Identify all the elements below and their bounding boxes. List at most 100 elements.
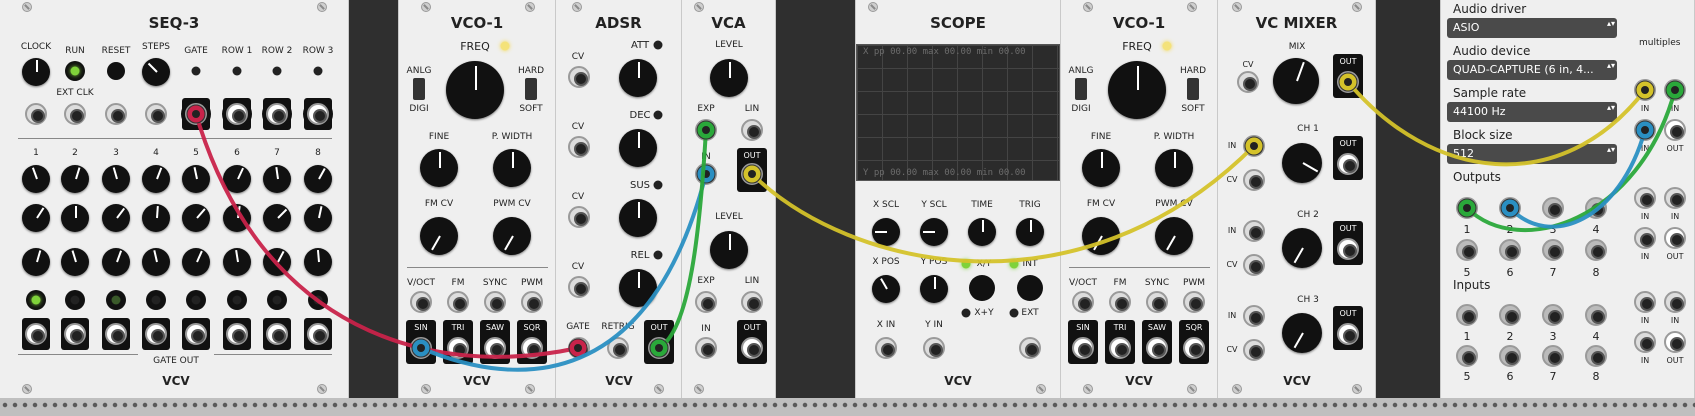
audio-input-jack[interactable] bbox=[1585, 304, 1607, 326]
audio-input-jack[interactable] bbox=[1542, 345, 1564, 367]
step-knob-row1[interactable] bbox=[102, 165, 130, 193]
rel-cv-jack[interactable] bbox=[568, 276, 590, 298]
step-knob-row2[interactable] bbox=[263, 204, 291, 232]
voct-jack[interactable] bbox=[1072, 291, 1094, 313]
sin-output-jack[interactable] bbox=[410, 337, 432, 359]
step-knob-row3[interactable] bbox=[142, 248, 170, 276]
row2-output-jack[interactable] bbox=[266, 103, 288, 125]
row3-output-jack[interactable] bbox=[307, 103, 329, 125]
yscl-knob[interactable] bbox=[920, 218, 948, 246]
reset-input-jack[interactable] bbox=[105, 103, 127, 125]
step-knob-row3[interactable] bbox=[263, 248, 291, 276]
row1-output-jack[interactable] bbox=[226, 103, 248, 125]
multiples-jack[interactable] bbox=[1634, 119, 1656, 141]
step-knob-row1[interactable] bbox=[61, 165, 89, 193]
pwidth-knob[interactable] bbox=[1155, 149, 1193, 187]
pwm-jack[interactable] bbox=[1183, 291, 1205, 313]
step-knob-row2[interactable] bbox=[304, 204, 332, 232]
ch2-in-jack[interactable] bbox=[1243, 220, 1265, 242]
ch3-in-jack[interactable] bbox=[1243, 305, 1265, 327]
step-knob-row2[interactable] bbox=[142, 204, 170, 232]
ch1-knob[interactable] bbox=[1282, 143, 1322, 183]
ch2-knob[interactable] bbox=[1282, 228, 1322, 268]
step-knob-row3[interactable] bbox=[182, 248, 210, 276]
lin-jack-1[interactable] bbox=[741, 119, 763, 141]
audio-input-jack[interactable] bbox=[1499, 345, 1521, 367]
multiples-jack[interactable] bbox=[1664, 79, 1686, 101]
gate-input-jack[interactable] bbox=[568, 337, 590, 359]
sync-jack[interactable] bbox=[484, 291, 506, 313]
multiples-jack[interactable] bbox=[1664, 291, 1686, 313]
xpos-knob[interactable] bbox=[872, 275, 900, 303]
y-input-jack[interactable] bbox=[923, 337, 945, 359]
gate-out-jack[interactable] bbox=[64, 323, 86, 345]
step-knob-row1[interactable] bbox=[223, 165, 251, 193]
gate-step-button[interactable] bbox=[65, 290, 85, 310]
multiples-jack[interactable] bbox=[1664, 119, 1686, 141]
audio-output-jack[interactable] bbox=[1499, 197, 1521, 219]
saw-output-jack[interactable] bbox=[484, 337, 506, 359]
in-jack-1[interactable] bbox=[695, 163, 717, 185]
dec-cv-jack[interactable] bbox=[568, 136, 590, 158]
step-knob-row1[interactable] bbox=[22, 165, 50, 193]
multiples-jack[interactable] bbox=[1664, 187, 1686, 209]
step-knob-row1[interactable] bbox=[263, 165, 291, 193]
fine-knob[interactable] bbox=[1082, 149, 1120, 187]
run-button[interactable] bbox=[65, 61, 85, 81]
multiples-jack[interactable] bbox=[1634, 187, 1656, 209]
gate-out-jack[interactable] bbox=[266, 323, 288, 345]
x-input-jack[interactable] bbox=[875, 337, 897, 359]
audio-input-jack[interactable] bbox=[1456, 345, 1478, 367]
out-jack-2[interactable] bbox=[741, 337, 763, 359]
level-knob-1[interactable] bbox=[710, 59, 748, 97]
step-knob-row2[interactable] bbox=[61, 204, 89, 232]
gate-out-jack[interactable] bbox=[226, 323, 248, 345]
steps-knob[interactable] bbox=[142, 58, 170, 86]
ch3-cv-jack[interactable] bbox=[1243, 339, 1265, 361]
audio-output-jack[interactable] bbox=[1499, 239, 1521, 261]
clock-input-jack[interactable] bbox=[25, 103, 47, 125]
audio-input-jack[interactable] bbox=[1456, 304, 1478, 326]
fmcv-knob[interactable] bbox=[420, 217, 458, 255]
hard-soft-switch[interactable] bbox=[1187, 78, 1199, 100]
ypos-knob[interactable] bbox=[920, 275, 948, 303]
sync-jack[interactable] bbox=[1146, 291, 1168, 313]
ch2-output-jack[interactable] bbox=[1337, 238, 1359, 260]
multiples-jack[interactable] bbox=[1664, 331, 1686, 353]
tri-output-jack[interactable] bbox=[447, 337, 469, 359]
time-knob[interactable] bbox=[968, 218, 996, 246]
multiples-jack[interactable] bbox=[1634, 227, 1656, 249]
audio-output-jack[interactable] bbox=[1542, 197, 1564, 219]
gate-step-button[interactable] bbox=[26, 290, 46, 310]
clock-knob[interactable] bbox=[22, 58, 50, 86]
ch1-in-jack[interactable] bbox=[1243, 135, 1265, 157]
gate-step-button[interactable] bbox=[106, 290, 126, 310]
gate-step-button[interactable] bbox=[186, 290, 206, 310]
gate-out-jack[interactable] bbox=[307, 323, 329, 345]
rel-knob[interactable] bbox=[619, 269, 657, 307]
out-jack-1[interactable] bbox=[741, 163, 763, 185]
steps-input-jack[interactable] bbox=[145, 103, 167, 125]
saw-output-jack[interactable] bbox=[1146, 337, 1168, 359]
retrig-jack[interactable] bbox=[607, 337, 629, 359]
att-cv-jack[interactable] bbox=[568, 66, 590, 88]
gate-step-button[interactable] bbox=[267, 290, 287, 310]
voct-jack[interactable] bbox=[410, 291, 432, 313]
step-knob-row2[interactable] bbox=[223, 204, 251, 232]
lin-jack-2[interactable] bbox=[741, 291, 763, 313]
fm-jack[interactable] bbox=[1109, 291, 1131, 313]
step-knob-row1[interactable] bbox=[182, 165, 210, 193]
exp-jack-2[interactable] bbox=[695, 291, 717, 313]
gate-out-jack[interactable] bbox=[185, 323, 207, 345]
step-knob-row3[interactable] bbox=[223, 248, 251, 276]
gate-output-jack[interactable] bbox=[185, 103, 207, 125]
ch2-cv-jack[interactable] bbox=[1243, 254, 1265, 276]
step-knob-row2[interactable] bbox=[22, 204, 50, 232]
audio-output-jack[interactable] bbox=[1456, 239, 1478, 261]
audio-input-jack[interactable] bbox=[1499, 304, 1521, 326]
audio-input-jack[interactable] bbox=[1585, 345, 1607, 367]
fm-jack[interactable] bbox=[447, 291, 469, 313]
sqr-output-jack[interactable] bbox=[521, 337, 543, 359]
mix-output-jack[interactable] bbox=[1337, 71, 1359, 93]
step-knob-row3[interactable] bbox=[102, 248, 130, 276]
